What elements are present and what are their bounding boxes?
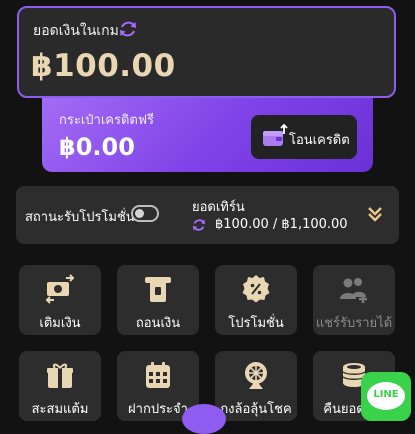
menu-lucky-wheel[interactable]: กงล้อลุ้นโชค [215,351,297,421]
chevron-double-down-icon[interactable] [365,204,385,224]
menu-share-income[interactable]: แชร์รับรายได้ [313,265,395,335]
free-credit-label: กระเป๋าเครดิตฟรี [59,113,155,128]
game-balance-label: ยอดเงินในเกม [33,23,119,39]
menu-promotion[interactable]: โปรโมชั่น [215,265,297,335]
fortune-wheel-icon [245,362,267,389]
line-chat-button[interactable]: LINE [361,372,411,421]
promotion-status-label: สถานะรับโปรโมชั่น [25,210,135,225]
menu-withdraw-label: ถอนเงิน [135,316,181,331]
menu-promotion-label: โปรโมชั่น [228,316,284,331]
menu-deposit-label: เติมเงิน [39,316,81,331]
transfer-credit-button[interactable]: โอนเครดิต [251,115,357,159]
menu-deposit[interactable]: เติมเงิน [19,265,101,335]
withdraw-atm-icon [145,277,171,302]
menu-share-income-label: แชร์รับรายได้ [315,316,393,331]
share-users-icon [340,278,367,303]
free-credit-amount: ฿0.00 [59,133,135,161]
calendar-icon [146,362,170,388]
turnover-value: ฿100.00 / ฿1,100.00 [215,217,348,232]
turnover-refresh-icon [193,219,205,231]
toggle-knob [135,209,144,218]
menu-collect-points[interactable]: สะสมแต้ม [19,351,101,421]
wallet-transfer-icon [263,123,288,146]
free-credit-wallet-card: กระเป๋าเครดิตฟรี ฿0.00 โอนเครดิต [42,90,373,172]
game-balance-amount: ฿100.00 [31,48,176,84]
promotion-badge-icon [242,275,270,303]
menu-withdraw[interactable]: ถอนเงิน [117,265,199,335]
center-float-button[interactable] [182,404,226,434]
promotion-toggle[interactable] [131,205,159,222]
gift-box-icon [47,363,73,388]
game-balance-card: ยอดเงินในเกม ฿100.00 [17,6,396,98]
turnover-label: ยอดเทิร์น [192,200,245,215]
refresh-icon[interactable] [116,17,140,41]
promotion-status-panel: สถานะรับโปรโมชั่น ยอดเทิร์น ฿100.00 / ฿1… [16,186,399,244]
line-label: LINE [373,389,399,400]
menu-lucky-wheel-label: กงล้อลุ้นโชค [220,402,292,417]
deposit-cash-icon [45,274,75,304]
transfer-credit-label: โอนเครดิต [289,133,350,148]
menu-collect-points-label: สะสมแต้ม [31,402,89,417]
